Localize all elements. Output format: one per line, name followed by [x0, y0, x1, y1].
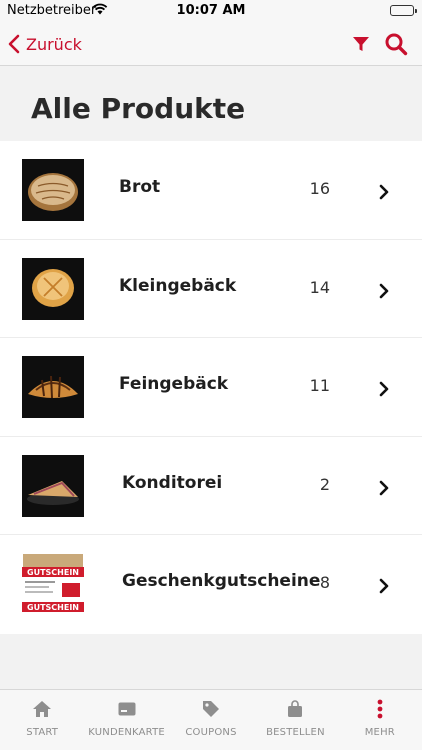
search-icon[interactable] — [384, 32, 408, 60]
konditorei-image — [22, 454, 84, 517]
kleingebaeck-image — [22, 257, 84, 320]
voucher-text-bottom: GUTSCHEIN — [27, 603, 79, 612]
chevron-right-icon — [379, 578, 389, 598]
bag-icon — [287, 699, 303, 719]
tab-bestellen[interactable]: BESTELLEN — [253, 690, 337, 750]
product-category-list: Brot 16 Kleingebäck 14 Feingebäck 11 Kon… — [0, 141, 422, 634]
category-label: Kleingebäck — [119, 275, 237, 296]
chevron-right-icon — [379, 381, 389, 401]
category-count: 11 — [309, 376, 330, 396]
category-row-kleingebaeck[interactable]: Kleingebäck 14 — [0, 239, 422, 339]
chevron-left-icon — [8, 34, 20, 54]
category-row-konditorei[interactable]: Konditorei 2 — [0, 436, 422, 536]
filter-icon[interactable] — [352, 35, 370, 57]
chevron-right-icon — [379, 480, 389, 500]
clock: 10:07 AM — [176, 3, 246, 18]
home-icon — [32, 699, 52, 719]
status-bar: Netzbetreiber 10:07 AM — [0, 0, 422, 22]
back-label: Zurück — [26, 34, 82, 54]
category-count: 2 — [319, 474, 330, 494]
chevron-right-icon — [379, 184, 389, 204]
gutschein-image: GUTSCHEIN GUTSCHEIN — [22, 553, 84, 616]
tab-start[interactable]: START — [0, 690, 84, 750]
feingebaeck-image — [22, 356, 84, 419]
tab-label: BESTELLEN — [266, 727, 325, 738]
tab-mehr[interactable]: MEHR — [338, 690, 422, 750]
category-row-geschenkgutscheine[interactable]: GUTSCHEIN GUTSCHEIN Geschenkgutscheine 8 — [0, 535, 422, 634]
category-label: Feingebäck — [119, 374, 229, 395]
brot-image — [22, 159, 84, 221]
category-row-brot[interactable]: Brot 16 — [0, 141, 422, 240]
navigation-bar: Zurück — [0, 22, 422, 66]
battery-icon — [390, 5, 417, 16]
card-icon — [118, 699, 136, 719]
category-count: 14 — [309, 277, 330, 297]
tag-icon — [202, 699, 220, 719]
category-count: 16 — [309, 179, 330, 198]
back-button[interactable]: Zurück — [8, 30, 82, 58]
tab-label: KUNDENKARTE — [88, 727, 165, 738]
more-icon — [377, 699, 383, 719]
category-label: Geschenkgutscheine — [122, 571, 321, 592]
category-count: 8 — [319, 573, 330, 593]
chevron-right-icon — [379, 283, 389, 303]
tab-label: COUPONS — [185, 727, 237, 738]
category-row-feingebaeck[interactable]: Feingebäck 11 — [0, 338, 422, 437]
category-label: Brot — [119, 177, 161, 197]
tab-label: MEHR — [364, 727, 395, 738]
tab-label: START — [26, 727, 59, 738]
tab-kundenkarte[interactable]: KUNDENKARTE — [84, 690, 168, 750]
tab-bar: START KUNDENKARTE COUPONS BESTELLEN MEHR — [0, 689, 422, 750]
voucher-text-top: GUTSCHEIN — [27, 568, 79, 577]
category-label: Konditorei — [122, 472, 223, 493]
tab-coupons[interactable]: COUPONS — [169, 690, 253, 750]
page-title: Alle Produkte — [31, 92, 246, 125]
